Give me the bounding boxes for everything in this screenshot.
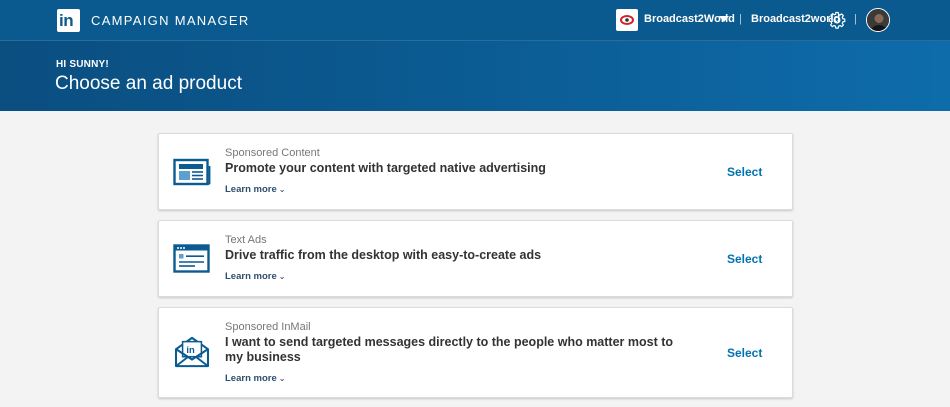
app-title: CAMPAIGN MANAGER <box>91 13 250 28</box>
select-button[interactable]: Select <box>727 165 762 179</box>
select-button[interactable]: Select <box>727 252 762 266</box>
select-button[interactable]: Select <box>727 346 762 360</box>
chevron-down-icon[interactable] <box>719 16 729 22</box>
account-logo-icon[interactable] <box>616 9 638 31</box>
ad-product-card-sponsored-inmail[interactable]: in Sponsored InMail I want to send targe… <box>158 307 793 398</box>
account-link[interactable]: Broadcast2world <box>751 13 840 25</box>
page-header: HI SUNNY! Choose an ad product <box>0 41 950 111</box>
chevron-down-icon: ⌄ <box>278 374 286 383</box>
svg-text:in: in <box>186 344 195 355</box>
learn-more-link[interactable]: Learn more ⌄ <box>225 184 285 195</box>
avatar[interactable] <box>866 8 890 32</box>
product-headline: Promote your content with targeted nativ… <box>225 161 546 175</box>
divider: | <box>854 13 857 25</box>
ad-product-card-text-ads[interactable]: Text Ads Drive traffic from the desktop … <box>158 220 793 297</box>
product-headline: Drive traffic from the desktop with easy… <box>225 248 542 262</box>
learn-more-label: Learn more <box>225 373 277 384</box>
divider: | <box>739 13 742 25</box>
chevron-down-icon: ⌄ <box>278 185 286 194</box>
newspaper-icon <box>173 158 211 186</box>
top-navigation-bar: in CAMPAIGN MANAGER Broadcast2World | Br… <box>0 0 950 41</box>
ad-product-card-sponsored-content[interactable]: Sponsored Content Promote your content w… <box>158 133 793 210</box>
learn-more-label: Learn more <box>225 184 277 195</box>
product-kicker: Text Ads <box>225 234 267 246</box>
chevron-down-icon: ⌄ <box>278 272 286 281</box>
product-headline: I want to send targeted messages directl… <box>225 335 674 364</box>
browser-window-icon <box>173 244 210 273</box>
learn-more-link[interactable]: Learn more ⌄ <box>225 373 285 384</box>
page-title: Choose an ad product <box>55 73 242 94</box>
learn-more-label: Learn more <box>225 271 277 282</box>
inmail-envelope-icon: in <box>174 336 210 368</box>
linkedin-logo-icon[interactable]: in <box>57 9 80 32</box>
learn-more-link[interactable]: Learn more ⌄ <box>225 271 285 282</box>
product-kicker: Sponsored Content <box>225 147 320 159</box>
gear-icon[interactable] <box>828 11 846 29</box>
product-kicker: Sponsored InMail <box>225 321 311 333</box>
greeting: HI SUNNY! <box>56 59 109 70</box>
